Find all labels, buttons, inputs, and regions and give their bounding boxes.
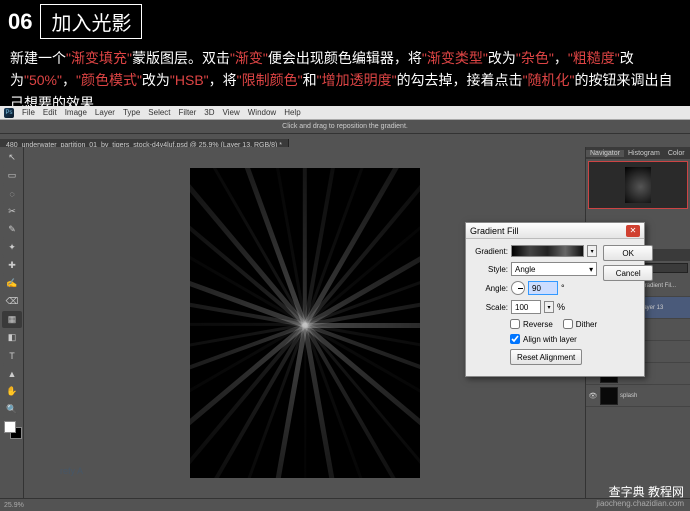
status-zoom: 25.9% <box>4 502 24 509</box>
tab-color[interactable]: Color <box>664 150 689 157</box>
menu-3d[interactable]: 3D <box>204 108 214 117</box>
scale-input[interactable]: 100 <box>511 300 541 314</box>
cancel-button[interactable]: Cancel <box>603 265 653 281</box>
author-logo: refy A <box>60 466 83 476</box>
step-number: 06 <box>8 9 32 35</box>
eraser-tool-icon[interactable]: ⌫ <box>2 293 22 310</box>
gradient-preview[interactable] <box>511 245 584 257</box>
close-icon[interactable]: ✕ <box>626 225 640 237</box>
menu-view[interactable]: View <box>223 108 240 117</box>
brush-tool-icon[interactable]: ✚ <box>2 257 22 274</box>
layer-row[interactable]: 👁 splash <box>586 385 690 407</box>
angle-label: Angle: <box>472 284 508 293</box>
type-tool-icon[interactable]: T <box>2 347 22 364</box>
menubar: Ps File Edit Image Layer Type Select Fil… <box>0 106 690 120</box>
options-bar: Click and drag to reposition the gradien… <box>0 120 690 134</box>
reset-alignment-button[interactable]: Reset Alignment <box>510 349 582 365</box>
visibility-icon[interactable]: 👁 <box>588 392 598 400</box>
zoom-tool-icon[interactable]: 🔍 <box>2 401 22 418</box>
gradient-dropdown-icon[interactable]: ▾ <box>587 245 597 257</box>
menu-help[interactable]: Help <box>284 108 300 117</box>
menu-type[interactable]: Type <box>123 108 140 117</box>
shape-tool-icon[interactable]: ▲ <box>2 365 22 382</box>
foreground-swatch[interactable] <box>4 421 16 433</box>
dialog-title: Gradient Fill <box>470 226 519 236</box>
style-label: Style: <box>472 265 508 274</box>
style-select[interactable]: Angle▾ <box>511 262 597 276</box>
stamp-tool-icon[interactable]: ✍ <box>2 275 22 292</box>
dodge-tool-icon[interactable]: ◧ <box>2 329 22 346</box>
menu-image[interactable]: Image <box>65 108 87 117</box>
status-bar: 25.9% <box>0 498 690 511</box>
layer-name: splash <box>620 393 688 399</box>
gradient-fill-dialog: Gradient Fill ✕ Gradient: ▾ Style: Angle… <box>465 222 645 377</box>
align-checkbox[interactable]: Align with layer <box>510 334 577 344</box>
tab-navigator[interactable]: Navigator <box>586 150 624 157</box>
step-title: 加入光影 <box>40 4 142 39</box>
color-swatches[interactable] <box>2 421 21 443</box>
scale-unit: % <box>557 302 565 312</box>
scale-label: Scale: <box>472 303 508 312</box>
menu-filter[interactable]: Filter <box>179 108 197 117</box>
toolbox: ↖ ▭ ◌ ✂ ✎ ✦ ✚ ✍ ⌫ ▦ ◧ T ▲ ✋ 🔍 <box>0 147 24 498</box>
navigator-preview[interactable] <box>588 161 688 209</box>
angle-input[interactable]: 90 <box>528 281 558 295</box>
layer-thumbnail[interactable] <box>600 387 618 405</box>
menu-layer[interactable]: Layer <box>95 108 115 117</box>
dialog-titlebar[interactable]: Gradient Fill ✕ <box>466 223 644 239</box>
tab-histogram[interactable]: Histogram <box>624 150 664 157</box>
menu-edit[interactable]: Edit <box>43 108 57 117</box>
heal-tool-icon[interactable]: ✦ <box>2 239 22 256</box>
step-description: 新建一个"渐变填充"蒙版图层。双击"渐变"便会出现颜色编辑器，将"渐变类型"改为… <box>8 47 682 114</box>
gradient-tool-icon[interactable]: ▦ <box>2 311 22 328</box>
ok-button[interactable]: OK <box>603 245 653 261</box>
watermark: 查字典 教程网 jiaocheng.chazidian.com <box>596 485 684 509</box>
menu-window[interactable]: Window <box>248 108 276 117</box>
marquee-tool-icon[interactable]: ▭ <box>2 167 22 184</box>
crop-tool-icon[interactable]: ✂ <box>2 203 22 220</box>
menu-file[interactable]: File <box>22 108 35 117</box>
artwork <box>190 168 420 478</box>
eyedropper-tool-icon[interactable]: ✎ <box>2 221 22 238</box>
dither-checkbox[interactable]: Dither <box>563 319 597 329</box>
lasso-tool-icon[interactable]: ◌ <box>2 185 22 202</box>
move-tool-icon[interactable]: ↖ <box>2 149 22 166</box>
reverse-checkbox[interactable]: Reverse <box>510 319 553 329</box>
ps-logo-icon: Ps <box>4 108 14 118</box>
hand-tool-icon[interactable]: ✋ <box>2 383 22 400</box>
menu-select[interactable]: Select <box>148 108 170 117</box>
gradient-label: Gradient: <box>472 247 508 256</box>
angle-unit: ° <box>561 283 565 293</box>
scale-dropdown-icon[interactable]: ▾ <box>544 301 554 313</box>
angle-dial[interactable] <box>511 281 525 295</box>
